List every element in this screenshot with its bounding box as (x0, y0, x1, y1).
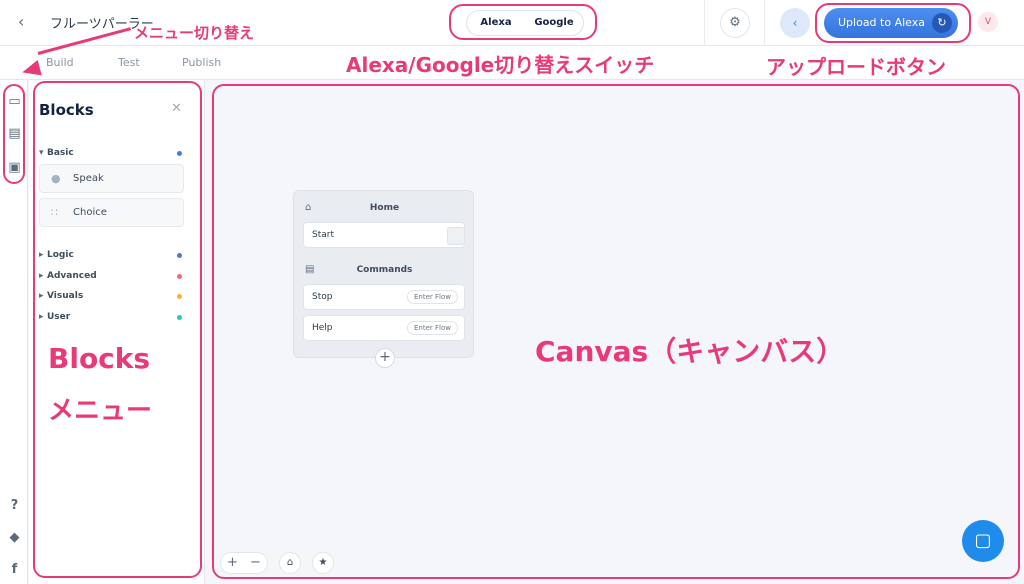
gear-icon[interactable]: ⚙ (720, 8, 750, 38)
chevron-left-icon[interactable]: ‹ (18, 12, 24, 31)
avatar[interactable]: V (978, 12, 998, 32)
annotation-canvas: Canvas（キャンバス） (535, 335, 845, 368)
tab-test[interactable]: Test (118, 56, 140, 69)
divider (704, 0, 705, 46)
annotation-upload-button: アップロードボタン (766, 55, 946, 79)
annotation-blocks-menu: Blocks (48, 342, 151, 375)
annotation-box-toggle (449, 4, 597, 40)
facebook-icon[interactable]: f (7, 562, 22, 577)
graduation-cap-icon[interactable]: ◆ (7, 530, 22, 545)
annotation-menu-switch: メニュー切り替え (134, 24, 255, 42)
share-icon[interactable]: ‹ (780, 8, 810, 38)
annotation-box-menu (3, 84, 25, 184)
annotation-box-blocks (33, 81, 202, 578)
annotation-blocks-menu-2: メニュー (48, 396, 153, 426)
tab-publish[interactable]: Publish (182, 56, 221, 69)
help-icon[interactable]: ? (7, 498, 22, 513)
annotation-platform-switch: Alexa/Google切り替えスイッチ (346, 53, 655, 77)
annotation-box-upload (815, 3, 971, 43)
tab-build[interactable]: Build (46, 56, 74, 69)
divider (764, 0, 765, 46)
